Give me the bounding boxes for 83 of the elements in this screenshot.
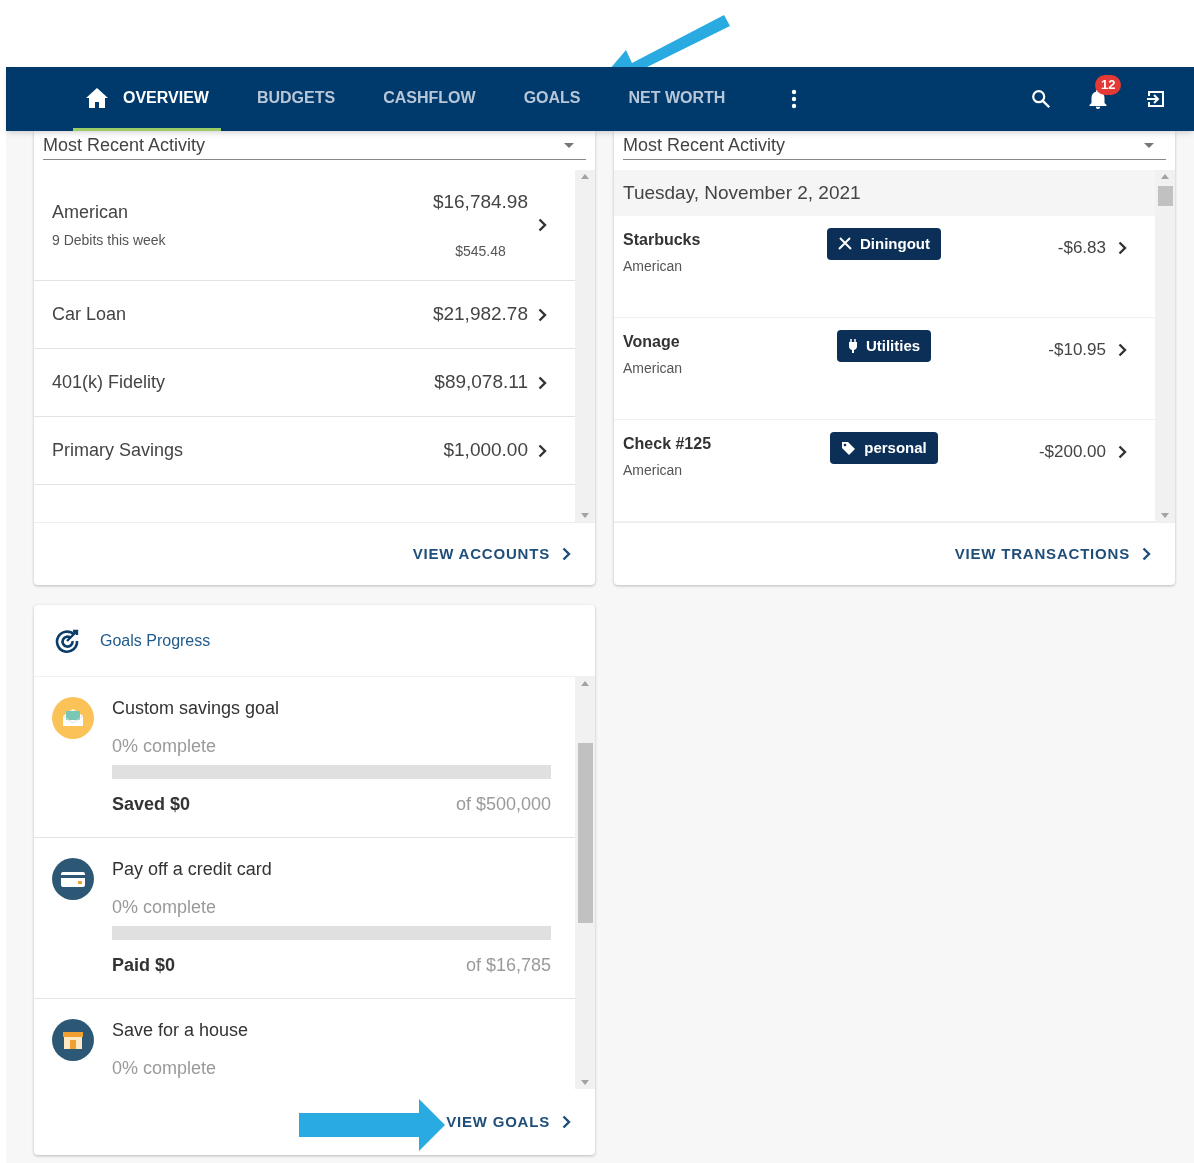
category-tag[interactable]: Diningout bbox=[827, 228, 941, 260]
account-name: Primary Savings bbox=[52, 439, 185, 462]
goal-progress-text: 0% complete bbox=[112, 1057, 218, 1079]
goal-name: Pay off a credit card bbox=[112, 858, 273, 880]
nav-tab[interactable]: GOALS bbox=[511, 67, 593, 131]
transaction-row[interactable]: Check #125 American personal -$200.00 bbox=[614, 420, 1155, 522]
goal-amount: Saved $0 bbox=[112, 793, 191, 815]
goal-name: Save for a house bbox=[112, 1019, 250, 1041]
chevron-right-icon bbox=[538, 443, 547, 458]
account-balance: $89,078.11 bbox=[434, 370, 528, 395]
nav-tab[interactable]: CASHFLOW bbox=[371, 67, 488, 131]
goal-row[interactable]: Custom savings goal 0% complete Saved $0 of $500,000 bbox=[34, 677, 575, 838]
chevron-right-icon bbox=[538, 218, 547, 232]
dropdown-caret-icon bbox=[564, 142, 574, 148]
goal-target: of $500,000 bbox=[455, 793, 551, 815]
transaction-amount: -$10.95 bbox=[1048, 339, 1106, 362]
chevron-right-icon bbox=[562, 1115, 571, 1129]
account-balance: $1,000.00 bbox=[443, 438, 528, 463]
date-header: Tuesday, November 2, 2021 bbox=[614, 170, 1155, 216]
scroll-down-icon[interactable] bbox=[1161, 513, 1169, 518]
goal-amount: Paid $0 bbox=[112, 954, 176, 976]
goal-progress-text: 0% complete bbox=[112, 735, 218, 757]
scrollbar-thumb[interactable] bbox=[1157, 186, 1173, 206]
payee-name: Starbucks bbox=[623, 230, 702, 250]
nav-tab[interactable]: BUDGETS bbox=[244, 67, 348, 131]
scroll-up-icon[interactable] bbox=[581, 174, 589, 179]
scroll-down-icon[interactable] bbox=[581, 1080, 589, 1085]
chevron-right-icon bbox=[1142, 547, 1151, 561]
storefront-icon bbox=[52, 1019, 94, 1061]
account-name: American bbox=[623, 359, 684, 378]
transaction-amount: -$6.83 bbox=[1057, 237, 1106, 260]
scroll-up-icon[interactable] bbox=[581, 681, 589, 686]
chevron-right-icon bbox=[1118, 343, 1127, 357]
tag-icon bbox=[841, 440, 857, 456]
plug-icon bbox=[847, 339, 858, 353]
home-icon bbox=[85, 86, 109, 109]
account-subtitle: 9 Debits this week bbox=[52, 231, 167, 250]
transaction-row[interactable]: Vonage American Utilities -$10.95 bbox=[614, 318, 1155, 420]
chevron-right-icon bbox=[538, 375, 547, 390]
scroll-up-icon[interactable] bbox=[1161, 174, 1169, 179]
dropdown-caret-icon bbox=[1144, 142, 1154, 148]
credit-card-icon bbox=[52, 858, 94, 900]
goal-target: of $16,785 bbox=[465, 954, 551, 976]
account-name: American bbox=[52, 201, 130, 224]
goal-row[interactable]: Pay off a credit card 0% complete Paid $0 of $16,785 bbox=[34, 838, 575, 999]
envelope-icon bbox=[52, 697, 94, 739]
goal-progress-text: 0% complete bbox=[112, 896, 218, 918]
chevron-right-icon bbox=[1118, 241, 1127, 255]
scrollbar-thumb[interactable] bbox=[577, 743, 593, 923]
nav-tab[interactable]: NET WORTH bbox=[616, 67, 738, 131]
account-balance: $16,784.98 bbox=[432, 190, 528, 215]
account-balance: $21,982.78 bbox=[432, 302, 528, 327]
notification-badge: 12 bbox=[1095, 75, 1122, 95]
goal-name: Custom savings goal bbox=[112, 697, 281, 719]
activity-dropdown[interactable]: Most Recent Activity bbox=[43, 131, 586, 160]
scroll-down-icon[interactable] bbox=[581, 513, 589, 518]
transaction-row[interactable]: Starbucks American Diningout -$6.83 bbox=[614, 216, 1155, 318]
transaction-amount: -$200.00 bbox=[1038, 441, 1106, 464]
scrollbar[interactable] bbox=[575, 170, 595, 522]
account-name: American bbox=[623, 257, 684, 276]
activity-dropdown[interactable]: Most Recent Activity bbox=[623, 131, 1166, 160]
account-sub-amount: $545.48 bbox=[455, 241, 506, 261]
scrollbar[interactable] bbox=[1155, 170, 1175, 522]
fork-knife-icon bbox=[838, 237, 852, 251]
chevron-right-icon bbox=[562, 547, 571, 561]
more-icon[interactable] bbox=[791, 89, 798, 109]
payee-name: Vonage bbox=[623, 332, 681, 352]
chevron-right-icon bbox=[538, 307, 547, 322]
account-name: 401(k) Fidelity bbox=[52, 371, 167, 394]
search-icon[interactable] bbox=[1030, 88, 1052, 110]
target-icon bbox=[54, 627, 80, 654]
payee-name: Check #125 bbox=[623, 434, 713, 454]
scrollbar[interactable] bbox=[575, 677, 595, 1089]
view-link[interactable]: VIEW ACCOUNTS bbox=[412, 542, 571, 566]
category-tag[interactable]: personal bbox=[830, 432, 938, 464]
view-link[interactable]: VIEW GOALS bbox=[446, 1110, 571, 1134]
view-link[interactable]: VIEW TRANSACTIONS bbox=[954, 542, 1151, 566]
card-title: Goals Progress bbox=[100, 630, 211, 651]
account-name: Car Loan bbox=[52, 303, 128, 326]
category-tag[interactable]: Utilities bbox=[836, 330, 932, 362]
chevron-right-icon bbox=[1118, 445, 1127, 459]
account-name: American bbox=[623, 461, 684, 480]
goal-row[interactable]: Save for a house 0% complete bbox=[34, 999, 575, 1089]
